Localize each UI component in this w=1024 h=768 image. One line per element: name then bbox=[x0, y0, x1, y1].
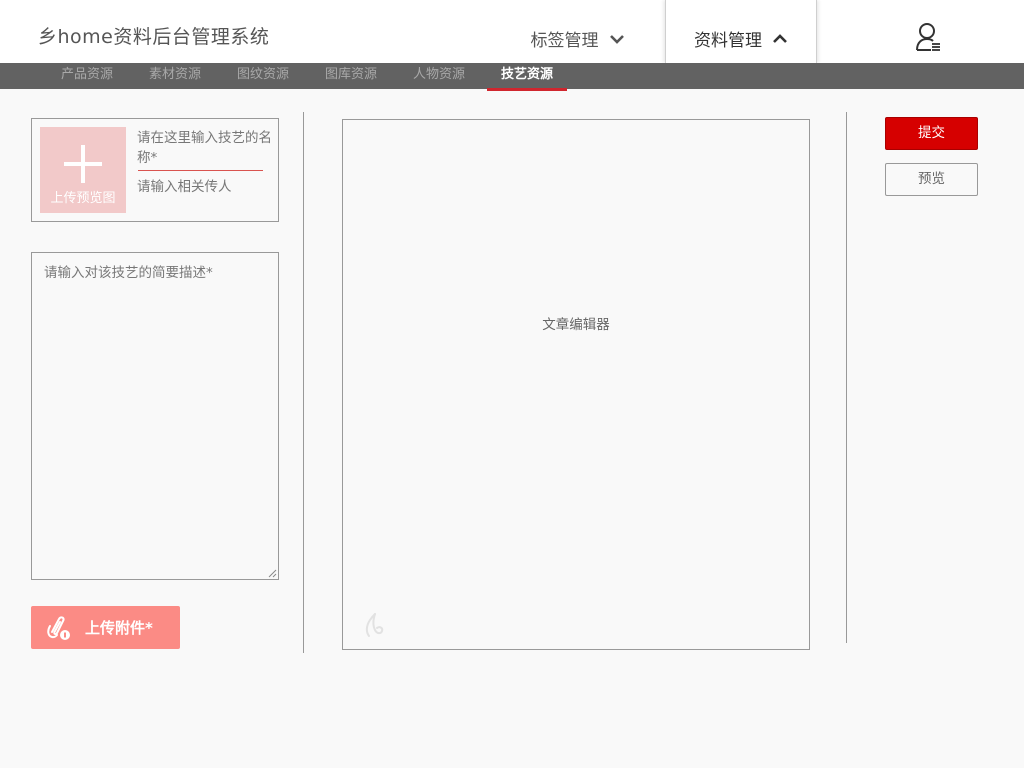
subnav-item-people[interactable]: 人物资源 bbox=[399, 63, 479, 89]
subnav-item-patterns[interactable]: 图纹资源 bbox=[223, 63, 303, 89]
editor-logo-icon bbox=[365, 613, 384, 637]
resource-subnav: 产品资源 素材资源 图纹资源 图库资源 人物资源 技艺资源 bbox=[0, 63, 1024, 91]
user-menu-icon[interactable] bbox=[914, 22, 942, 52]
app-title: 乡home资料后台管理系统 bbox=[38, 26, 270, 48]
divider-right bbox=[846, 112, 847, 643]
nav-tag-management-label: 标签管理 bbox=[530, 31, 599, 51]
top-bar: 乡home资料后台管理系统 标签管理 资料管理 bbox=[0, 0, 1024, 63]
paperclip-icon bbox=[47, 615, 70, 640]
craft-name-input[interactable]: 请在这里输入技艺的名称* bbox=[137, 128, 279, 168]
chevron-up-icon bbox=[773, 33, 787, 43]
upload-attachment-button[interactable]: 上传附件* bbox=[31, 606, 180, 649]
resize-grip-icon[interactable] bbox=[268, 569, 277, 578]
article-editor-placeholder: 文章编辑器 bbox=[542, 317, 610, 333]
upload-preview-label: 上传预览图 bbox=[50, 191, 116, 206]
description-placeholder: 请输入对该技艺的简要描述* bbox=[44, 265, 213, 281]
subnav-item-materials[interactable]: 素材资源 bbox=[135, 63, 215, 89]
inheritor-input[interactable]: 请输入相关传人 bbox=[137, 175, 277, 195]
upload-attachment-label: 上传附件* bbox=[85, 619, 153, 637]
nav-tag-management[interactable]: 标签管理 bbox=[490, 0, 665, 63]
upload-preview-button[interactable]: 上传预览图 bbox=[40, 127, 126, 213]
preview-button[interactable]: 预览 bbox=[885, 163, 978, 196]
name-input-underline bbox=[138, 170, 263, 171]
description-textarea[interactable]: 请输入对该技艺的简要描述* bbox=[31, 252, 279, 580]
divider-left bbox=[303, 112, 304, 653]
subnav-item-crafts[interactable]: 技艺资源 bbox=[487, 63, 567, 91]
article-editor[interactable]: 文章编辑器 bbox=[342, 119, 810, 650]
nav-resource-management-label: 资料管理 bbox=[694, 31, 762, 51]
subnav-item-products[interactable]: 产品资源 bbox=[47, 63, 127, 89]
submit-button[interactable]: 提交 bbox=[885, 117, 978, 150]
subnav-item-gallery[interactable]: 图库资源 bbox=[311, 63, 391, 89]
plus-icon bbox=[64, 145, 102, 183]
nav-resource-management[interactable]: 资料管理 bbox=[665, 0, 817, 63]
chevron-down-icon bbox=[609, 34, 624, 44]
craft-info-card: 上传预览图 请在这里输入技艺的名称* 请输入相关传人 bbox=[31, 118, 279, 222]
